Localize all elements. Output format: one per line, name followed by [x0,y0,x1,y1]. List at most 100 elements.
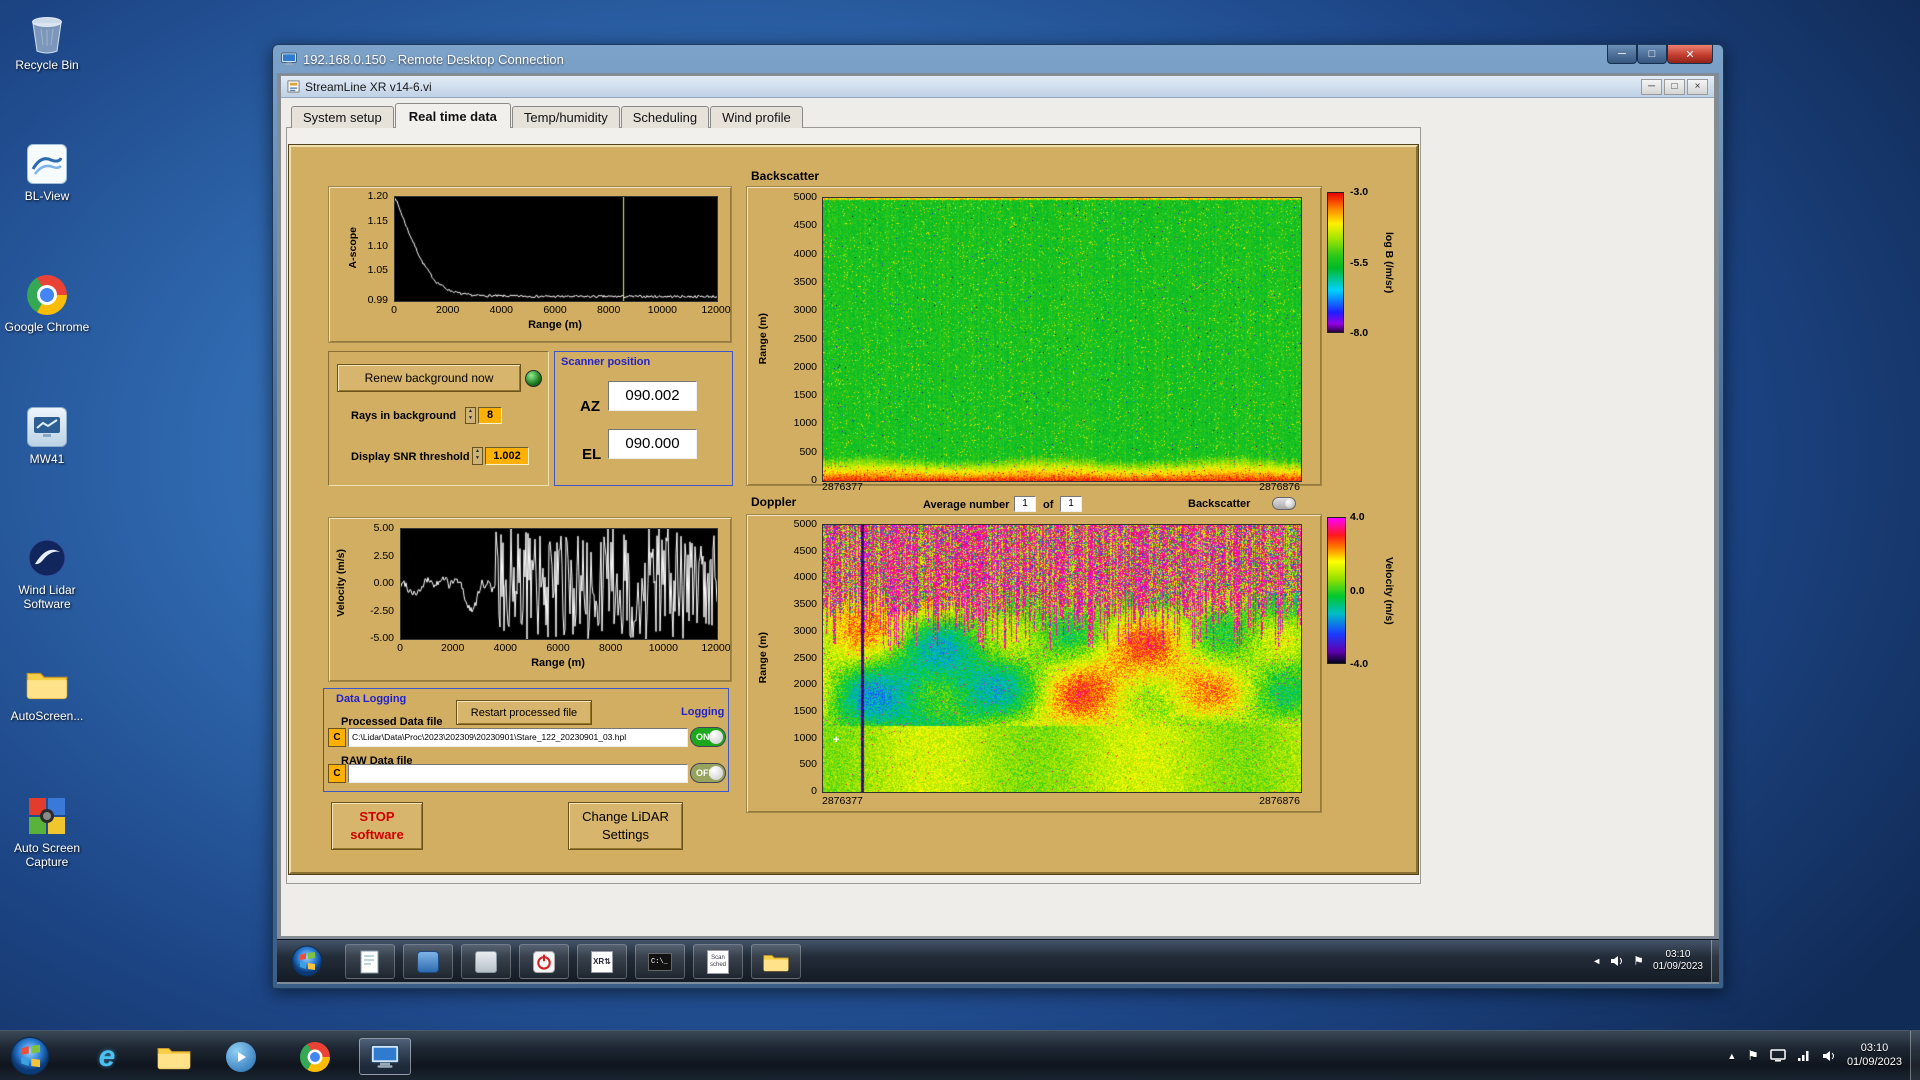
axis-tick: 5000 [793,191,817,203]
average-number-input[interactable]: 1 [1014,496,1036,512]
tab-temp-humidity[interactable]: Temp/humidity [511,106,620,128]
recycle-bin-icon [24,10,70,56]
volume-icon[interactable] [1822,1050,1836,1062]
taskbar-remote-desktop-icon[interactable] [359,1038,411,1075]
display-icon[interactable] [1770,1049,1786,1062]
remote-taskbar-scan-sched-icon[interactable]: Scan sched [693,944,743,979]
remote-taskbar-editor-icon[interactable] [345,944,395,979]
backscatter-x-end-label: 2876876 [1259,481,1300,493]
remote-show-desktop-button[interactable] [1711,940,1719,982]
tab-real-time-data[interactable]: Real time data [394,103,511,128]
remote-start-button[interactable] [291,945,323,977]
axis-tick: 1.05 [367,264,388,277]
remote-taskbar-blue-app-icon[interactable] [403,944,453,979]
host-taskbar: e ▲ ⚑ 03:10 01/09/2023 [0,1030,1920,1080]
desktop-icon-label: Wind Lidar Software [18,583,76,611]
renew-background-button[interactable]: Renew background now [337,364,521,392]
axis-tick: 12000 [701,642,731,654]
colorbar-tick: 0.0 [1350,584,1365,597]
remote-clock-time: 03:10 [1665,948,1691,960]
axis-tick: 4500 [793,219,817,232]
az-value[interactable]: 090.002 [608,381,697,411]
el-value[interactable]: 090.000 [608,429,697,459]
velocity-plot-area[interactable] [400,528,718,640]
remote-taskbar-cmd-icon[interactable]: C:\_ [635,944,685,979]
rays-in-background-value[interactable]: 8 [478,407,502,424]
stop-software-button[interactable]: STOP software [331,802,423,850]
raw-data-file-path[interactable] [348,764,688,783]
app-restore-button[interactable]: □ [1664,78,1685,95]
remote-taskbar-gray-app-icon[interactable] [461,944,511,979]
backscatter-toggle-label: Backscatter [1188,498,1251,510]
colorbar-tick: 4.0 [1350,511,1365,523]
processed-path-browse-button[interactable]: C [328,728,346,747]
velocity-y-ticks: 5.00 2.50 0.00 -2.50 -5.00 [329,522,396,644]
action-center-flag-icon[interactable]: ⚑ [1747,1048,1759,1064]
app-titlebar[interactable]: StreamLine XR v14-6.vi ─ □ × [281,76,1714,98]
snr-threshold-label: Display SNR threshold [351,451,470,463]
remote-taskbar-folder-icon[interactable] [751,944,801,979]
axis-tick: -2.50 [370,604,394,617]
remote-action-center-flag-icon[interactable]: ⚑ [1633,954,1644,968]
remote-clock[interactable]: 03:10 01/09/2023 [1653,949,1703,974]
colorbar-tick: -4.0 [1350,658,1369,670]
desktop-icon-wind-lidar-software[interactable]: Wind Lidar Software [3,535,91,612]
axis-tick: 3500 [793,275,817,288]
remote-volume-icon[interactable] [1610,955,1624,967]
backscatter-plot-area[interactable] [822,197,1302,482]
front-panel: A-scope 1.20 1.15 1.10 1.05 0.99 0 2000 4000 60… [289,145,1418,874]
start-button[interactable] [10,1036,50,1076]
hidden-icons-chevron[interactable]: ▲ [1727,1051,1736,1061]
taskbar-windows-explorer-icon[interactable] [148,1038,200,1075]
axis-tick: 6000 [543,304,567,316]
processed-data-file-path[interactable]: C:\Lidar\Data\Proc\2023\202309\20230901\… [348,728,688,747]
processed-logging-toggle[interactable]: ON [690,727,726,747]
restart-processed-file-button[interactable]: Restart processed file [456,700,592,725]
desktop-icon-bl-view[interactable]: BL-View [3,141,91,204]
raw-logging-toggle[interactable]: OFF [690,763,726,783]
average-total-input[interactable]: 1 [1060,496,1082,512]
taskbar-media-player-icon[interactable] [215,1038,267,1075]
taskbar-chrome-icon[interactable] [289,1038,341,1075]
backscatter-toggle[interactable] [1272,497,1296,510]
taskbar-clock[interactable]: 03:10 01/09/2023 [1847,1042,1902,1070]
remote-taskbar-xr-app-icon[interactable]: XR⇅ [577,944,627,979]
axis-tick: 2000 [793,360,817,373]
desktop-icon-google-chrome[interactable]: Google Chrome [3,272,91,335]
desktop-icon-mw41[interactable]: MW41 [3,404,91,467]
doppler-y-ticks: 5000 4500 4000 3500 3000 2500 2000 1500 1000 500 0 [747,518,819,797]
remote-taskbar-power-icon[interactable] [519,944,569,979]
doppler-plot-area[interactable] [822,524,1302,793]
graph-cursor-crosshair[interactable]: + [833,734,839,746]
desktop-icon-label: MW41 [29,452,65,466]
tab-scheduling[interactable]: Scheduling [620,106,710,128]
axis-tick: 2000 [440,642,465,654]
a-scope-plot-area[interactable] [394,196,718,302]
desktop-icon-recycle-bin[interactable]: Recycle Bin [3,10,91,73]
snr-spinner[interactable]: ▲ ▼ [472,447,483,465]
network-icon[interactable] [1797,1050,1811,1062]
rdc-minimize-button[interactable]: ─ [1607,45,1637,64]
remote-hidden-icons-chevron[interactable]: ◄ [1592,956,1601,966]
desktop-icon-autoscreen-folder[interactable]: AutoScreen... [3,661,91,724]
raw-path-browse-button[interactable]: C [328,764,346,783]
app-close-button[interactable]: × [1687,78,1708,95]
rdc-close-button[interactable]: ✕ [1667,45,1713,64]
tab-wind-profile[interactable]: Wind profile [710,106,803,128]
axis-tick: 3000 [793,624,817,637]
rays-in-background-label: Rays in background [351,410,457,422]
taskbar-internet-explorer-icon[interactable]: e [81,1038,133,1075]
axis-tick: 3500 [793,598,817,611]
show-desktop-button[interactable] [1910,1031,1920,1080]
change-lidar-settings-button[interactable]: Change LiDAR Settings [568,802,683,850]
axis-tick: 1.20 [367,190,388,202]
rays-spinner[interactable]: ▲ ▼ [465,407,476,424]
desktop-icon-auto-screen-capture[interactable]: Auto Screen Capture [3,793,91,870]
tab-system-setup[interactable]: System setup [291,106,394,128]
el-label: EL [582,446,602,463]
rdc-titlebar[interactable]: 192.168.0.150 - Remote Desktop Connectio… [273,45,1723,73]
app-minimize-button[interactable]: ─ [1641,78,1662,95]
axis-tick: 4000 [793,571,817,584]
rdc-maximize-button[interactable]: □ [1637,45,1667,64]
snr-threshold-value[interactable]: 1.002 [485,447,529,465]
